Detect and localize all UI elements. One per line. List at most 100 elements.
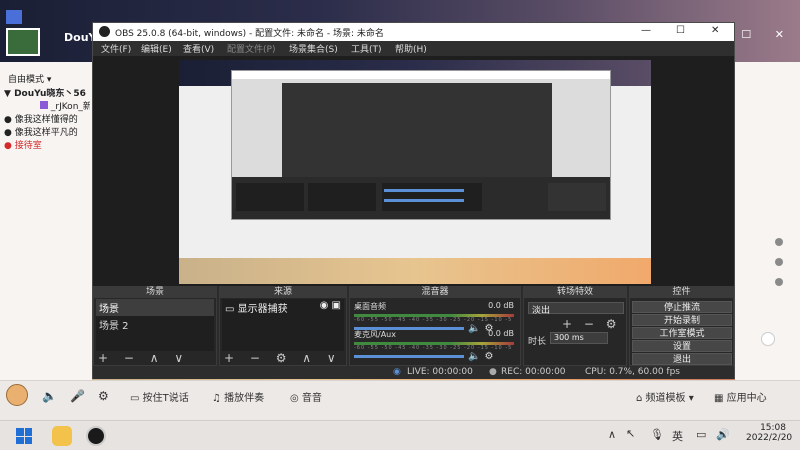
clock-time: 15:08 (760, 423, 786, 433)
maximize-button[interactable]: ☐ (676, 25, 685, 36)
channel-sidebar: 自由模式 ▾ ▼ DouYu晓东丶56 _rJKon_新 ● 像我这样懂得的 ●… (0, 62, 92, 380)
channel-item[interactable]: ● 接待室 (4, 138, 92, 151)
track-name: 桌面音频 (354, 302, 386, 311)
close-button[interactable]: ✕ (711, 25, 719, 36)
mic-icon[interactable]: 🎤 (70, 389, 85, 403)
menu-tools[interactable]: 工具(T) (351, 42, 382, 55)
panel-icon[interactable] (775, 258, 783, 266)
sources-title: 来源 (220, 287, 346, 298)
transitions-title: 转场特效 (524, 287, 626, 298)
live-timer: LIVE: 00:00:00 (407, 367, 473, 377)
channel-item[interactable]: ● 像我这样平凡的 (4, 125, 92, 138)
rec-timer: REC: 00:00:00 (501, 367, 566, 377)
start-recording-button[interactable]: 开始录制 (632, 314, 732, 326)
gift-icon[interactable] (761, 332, 775, 346)
channel-label: 像我这样懂得的 (14, 115, 78, 125)
music-button[interactable]: ♫ 播放伴奏 (212, 389, 264, 404)
sources-list: ▭ 显示器捕获 ◉ ▣ (222, 299, 344, 351)
mode-selector[interactable]: 自由模式 ▾ (8, 72, 51, 85)
gear-icon[interactable]: ⚙ (484, 351, 493, 362)
scene-item[interactable]: 场景 2 (96, 316, 214, 333)
mic-tray-icon[interactable]: 🎙 (650, 428, 664, 441)
push-to-talk-button[interactable]: ▭ 按住T说话 (130, 389, 189, 404)
user-avatar[interactable] (6, 28, 40, 56)
speaker-icon[interactable]: 🔈 (42, 389, 57, 403)
clock-date: 2022/2/20 (746, 433, 793, 443)
obs-titlebar: OBS 25.0.8 (64-bit, windows) - 配置文件: 未命名… (93, 23, 734, 41)
obs-window: OBS 25.0.8 (64-bit, windows) - 配置文件: 未命名… (92, 22, 735, 379)
my-avatar[interactable] (6, 384, 28, 406)
channel-item[interactable]: ▼ DouYu晓东丶56 (4, 86, 92, 99)
studio-mode-button[interactable]: 工作室模式 (632, 327, 732, 339)
eye-icon[interactable]: ◉ (320, 300, 329, 311)
app-logo-icon (6, 10, 22, 24)
track-name: 麦克风/Aux (354, 330, 396, 339)
settings-button[interactable]: 设置 (632, 340, 732, 352)
track-level: 0.0 dB (488, 329, 514, 338)
lock-icon[interactable]: ▣ (332, 300, 341, 311)
network-icon[interactable]: ▭ (696, 428, 706, 441)
obs-logo-icon (99, 26, 110, 37)
speaker-icon[interactable]: 🔈 (468, 351, 480, 362)
duration-input[interactable]: 300 ms (550, 332, 608, 344)
app-center-button[interactable]: ▦ 应用中心 (714, 389, 767, 404)
mixer-title: 混音器 (350, 287, 520, 298)
scenes-dock: 场景 场景 场景 2 + − ∧ ∨ (93, 286, 217, 366)
transition-toolbar[interactable]: + − ⚙ (562, 317, 621, 331)
tray-chevron-icon[interactable]: ∧ (608, 428, 616, 441)
channel-template-label: 频道模板 (645, 393, 686, 404)
source-label: 显示器捕获 (237, 304, 288, 315)
scenes-title: 场景 (94, 287, 216, 298)
channel-item[interactable]: ● 像我这样懂得的 (4, 112, 92, 125)
music-label: 播放伴奏 (224, 393, 265, 404)
sound-effects-button[interactable]: ◎ 音音 (290, 389, 322, 404)
transition-select[interactable]: 淡出 (528, 302, 624, 316)
app-center-label: 应用中心 (726, 393, 767, 404)
menu-profile[interactable]: 配置文件(P) (227, 42, 275, 55)
scenes-toolbar[interactable]: + − ∧ ∨ (98, 351, 189, 365)
stop-streaming-button[interactable]: 停止推流 (632, 301, 732, 313)
sound-effects-label: 音音 (301, 393, 322, 404)
exit-button[interactable]: 退出 (632, 353, 732, 365)
obs-menubar: 文件(F) 编辑(E) 查看(V) 配置文件(P) 场景集合(S) 工具(T) … (93, 41, 734, 56)
menu-help[interactable]: 帮助(H) (395, 42, 427, 55)
menu-scene-collection[interactable]: 场景集合(S) (289, 42, 338, 55)
obs-taskbar-icon[interactable] (86, 426, 106, 446)
menu-view[interactable]: 查看(V) (183, 42, 214, 55)
panel-icon[interactable] (775, 238, 783, 246)
obs-statusbar: ◉ LIVE: 00:00:00 ● REC: 00:00:00 CPU: 0.… (93, 366, 734, 379)
volume-tray-icon[interactable]: 🔊 (716, 428, 730, 441)
volume-slider[interactable] (354, 355, 464, 358)
channel-member[interactable]: _rJKon_新 (40, 99, 90, 112)
panel-icon[interactable] (775, 278, 783, 286)
duration-label: 时长 (528, 337, 547, 347)
settings-icon[interactable]: ⚙ (98, 389, 109, 403)
track-level: 0.0 dB (488, 301, 514, 310)
channel-label: 接待室 (14, 141, 42, 151)
transitions-dock: 转场特效 淡出 + − ⚙ 时长 300 ms (523, 286, 627, 366)
channel-label: DouYu晓东丶56 (14, 89, 86, 99)
stream-preview[interactable] (179, 60, 651, 284)
sources-toolbar[interactable]: + − ⚙ ∧ ∨ (224, 351, 342, 365)
live-icon: ◉ (393, 367, 401, 377)
source-item[interactable]: ▭ 显示器捕获 ◉ ▣ (222, 299, 344, 316)
cursor-icon: ↖ (626, 427, 636, 440)
menu-file[interactable]: 文件(F) (101, 42, 131, 55)
douyu-taskbar-icon[interactable] (52, 426, 72, 446)
scene-item[interactable]: 场景 (96, 299, 214, 316)
member-label: _rJKon_新 (50, 102, 90, 112)
channel-template-button[interactable]: ⌂ 频道模板 ▾ (636, 389, 694, 404)
ptt-label: 按住T说话 (142, 393, 189, 404)
ime-indicator[interactable]: 英 (672, 428, 683, 444)
monitor-icon: ▭ (225, 304, 235, 315)
preview-area (93, 56, 734, 286)
start-button[interactable] (16, 428, 32, 444)
rec-icon: ● (489, 367, 497, 377)
cpu-fps: CPU: 0.7%, 60.00 fps (585, 367, 680, 377)
menu-edit[interactable]: 编辑(E) (141, 42, 172, 55)
controls-dock: 控件 停止推流 开始录制 工作室模式 设置 退出 (629, 286, 734, 366)
clock[interactable]: 15:08 2022/2/20 (746, 423, 793, 443)
mixer-dock: 混音器 桌面音频 0.0 dB -60 -55 -50 -45 -40 -35 … (349, 286, 521, 366)
minimize-button[interactable]: — (641, 25, 651, 36)
channel-label: 像我这样平凡的 (14, 128, 78, 138)
